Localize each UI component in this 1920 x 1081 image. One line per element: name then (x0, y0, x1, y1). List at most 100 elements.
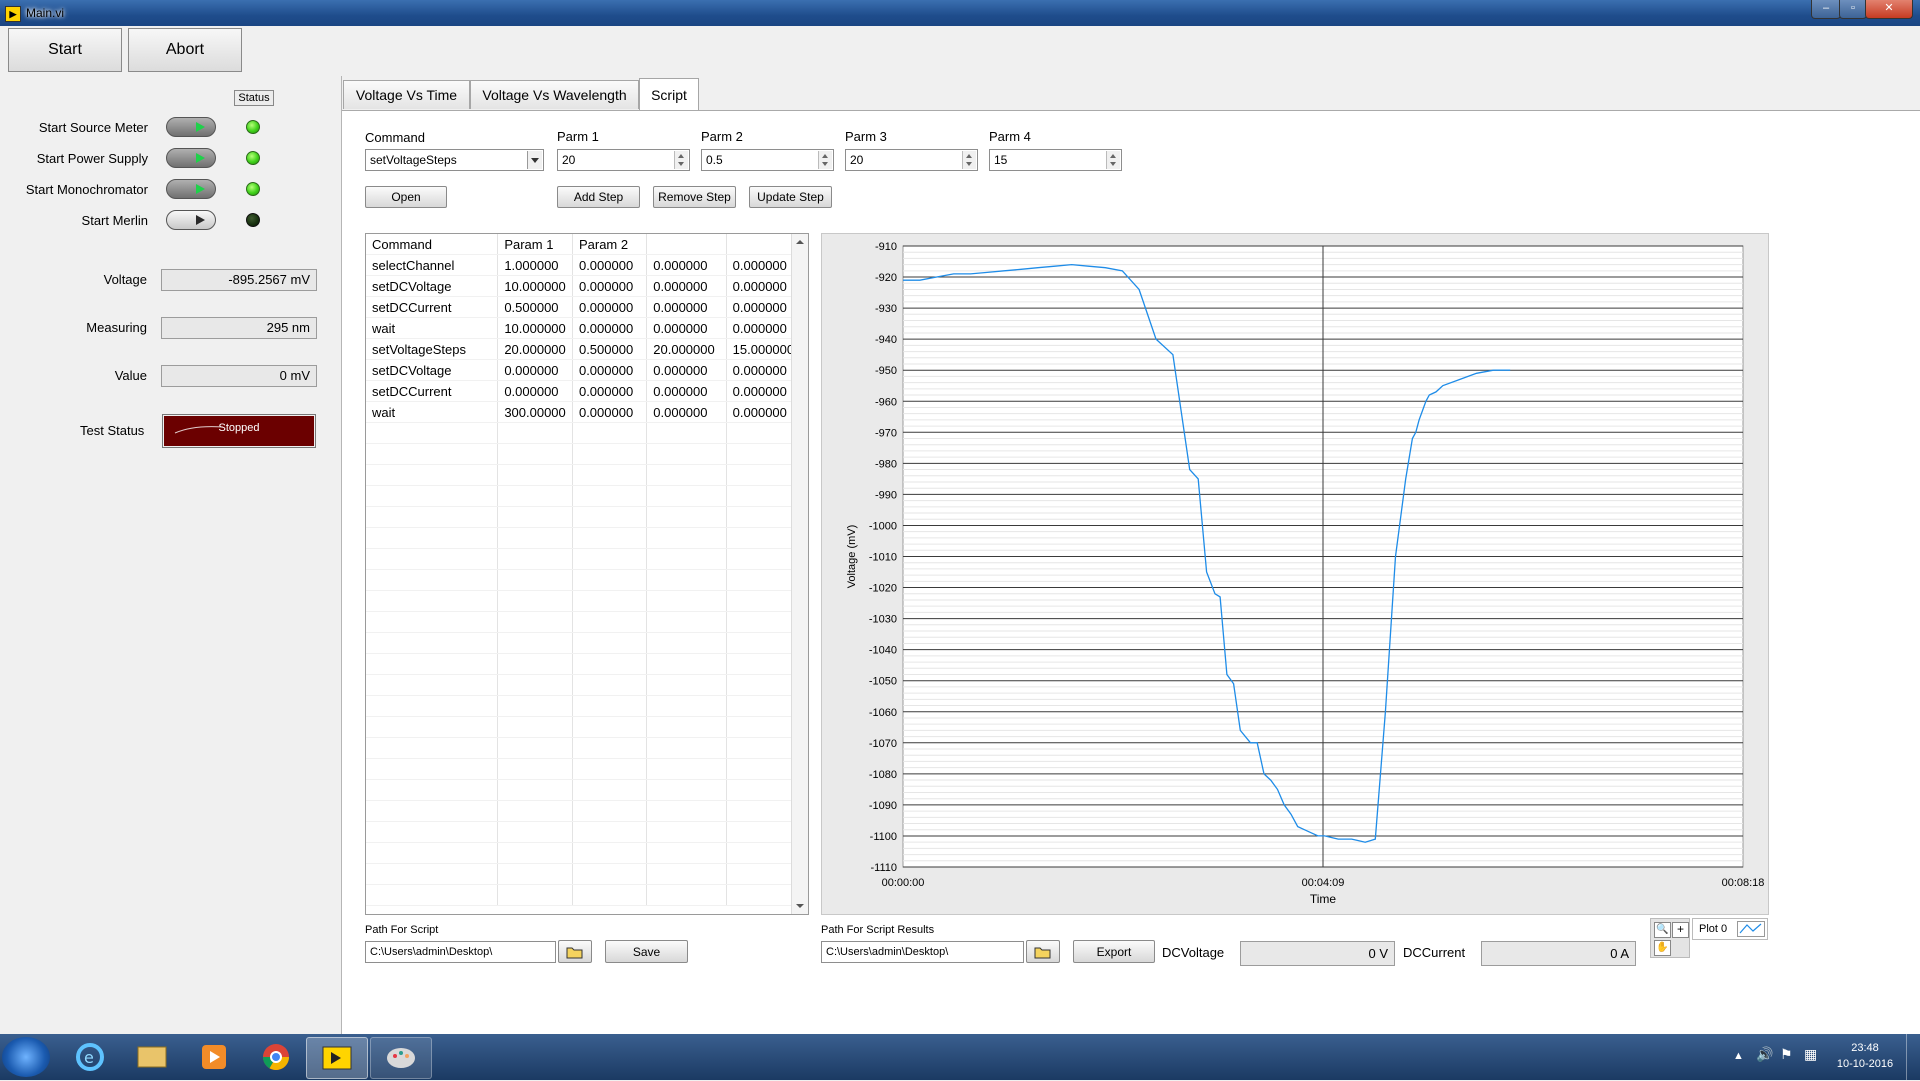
empty-table-row[interactable] (366, 842, 808, 864)
empty-table-cell[interactable] (497, 695, 573, 717)
table-cell[interactable]: 0.000000 (646, 317, 727, 339)
table-row[interactable]: setVoltageSteps 20.000000 0.500000 20.00000… (366, 338, 808, 360)
empty-table-cell[interactable] (572, 674, 648, 696)
table-cell[interactable]: 1.000000 (497, 254, 573, 276)
empty-table-cell[interactable] (646, 737, 727, 759)
speaker-icon[interactable]: 🔊 (1756, 1046, 1773, 1063)
empty-table-cell[interactable] (366, 800, 499, 822)
script-table[interactable]: Command Param 1 Param 2 selectChannel 1.0000… (365, 233, 809, 915)
update-step-button[interactable]: Update Step (749, 186, 832, 208)
table-cell[interactable]: 0.000000 (572, 296, 648, 318)
empty-table-cell[interactable] (366, 758, 499, 780)
empty-table-cell[interactable] (572, 884, 648, 906)
empty-table-cell[interactable] (366, 779, 499, 801)
table-cell[interactable]: 300.00000 (497, 401, 573, 423)
empty-table-cell[interactable] (572, 653, 648, 675)
empty-table-cell[interactable] (646, 506, 727, 528)
empty-table-row[interactable] (366, 821, 808, 843)
empty-table-cell[interactable] (646, 527, 727, 549)
table-cell[interactable]: 0.000000 (646, 275, 727, 297)
empty-table-row[interactable] (366, 464, 808, 486)
table-cell[interactable]: setDCCurrent (366, 296, 499, 318)
empty-table-cell[interactable] (572, 464, 648, 486)
table-cell[interactable]: wait (366, 317, 499, 339)
empty-table-cell[interactable] (497, 611, 573, 633)
empty-table-cell[interactable] (366, 716, 499, 738)
empty-table-cell[interactable] (366, 590, 499, 612)
empty-table-cell[interactable] (572, 779, 648, 801)
empty-table-cell[interactable] (572, 863, 648, 885)
empty-table-cell[interactable] (497, 674, 573, 696)
empty-table-cell[interactable] (572, 506, 648, 528)
start-button[interactable]: Start (8, 28, 122, 72)
parm-input[interactable]: 20 (845, 149, 978, 171)
empty-table-cell[interactable] (497, 569, 573, 591)
empty-table-row[interactable] (366, 653, 808, 675)
empty-table-cell[interactable] (497, 464, 573, 486)
empty-table-row[interactable] (366, 800, 808, 822)
empty-table-cell[interactable] (646, 758, 727, 780)
empty-table-cell[interactable] (646, 674, 727, 696)
parm-input[interactable]: 0.5 (701, 149, 834, 171)
show-desktop-button[interactable] (1906, 1034, 1920, 1080)
empty-table-cell[interactable] (366, 485, 499, 507)
table-cell[interactable]: 0.000000 (497, 380, 573, 402)
empty-table-cell[interactable] (572, 842, 648, 864)
empty-table-cell[interactable] (646, 548, 727, 570)
abort-button[interactable]: Abort (128, 28, 242, 72)
table-row[interactable]: setDCVoltage 10.000000 0.000000 0.000000 0.0… (366, 275, 808, 297)
pan-hand-icon[interactable]: ✋ (1654, 940, 1671, 956)
results-path-input[interactable]: C:\Users\admin\Desktop\ (821, 941, 1024, 963)
table-row[interactable]: wait 300.00000 0.000000 0.000000 0.000000 (366, 401, 808, 423)
empty-table-cell[interactable] (646, 464, 727, 486)
empty-table-cell[interactable] (572, 548, 648, 570)
table-row[interactable]: setDCVoltage 0.000000 0.000000 0.000000 0.00… (366, 359, 808, 381)
table-cell[interactable]: 0.000000 (646, 296, 727, 318)
empty-table-cell[interactable] (572, 485, 648, 507)
parm-input[interactable]: 15 (989, 149, 1122, 171)
empty-table-cell[interactable] (366, 464, 499, 486)
zoom-icon[interactable]: 🔍 (1654, 922, 1671, 938)
empty-table-cell[interactable] (646, 569, 727, 591)
table-cell[interactable]: setDCVoltage (366, 359, 499, 381)
empty-table-cell[interactable] (646, 716, 727, 738)
media-player-icon[interactable] (186, 1037, 242, 1077)
empty-table-cell[interactable] (497, 443, 573, 465)
add-step-button[interactable]: Add Step (557, 186, 640, 208)
empty-table-cell[interactable] (646, 884, 727, 906)
chrome-icon[interactable] (248, 1037, 304, 1077)
empty-table-cell[interactable] (366, 884, 499, 906)
empty-table-cell[interactable] (572, 443, 648, 465)
empty-table-row[interactable] (366, 863, 808, 885)
empty-table-cell[interactable] (497, 590, 573, 612)
empty-table-row[interactable] (366, 611, 808, 633)
table-row[interactable]: setDCCurrent 0.000000 0.000000 0.000000 0.00… (366, 380, 808, 402)
crosshair-icon[interactable]: + (1672, 922, 1689, 938)
table-cell[interactable]: 20.000000 (646, 338, 727, 360)
status-item-toggle[interactable] (166, 148, 216, 168)
empty-table-cell[interactable] (646, 842, 727, 864)
empty-table-cell[interactable] (646, 632, 727, 654)
empty-table-cell[interactable] (646, 611, 727, 633)
table-scrollbar[interactable] (791, 234, 808, 914)
plot-legend[interactable]: Plot 0 (1692, 918, 1768, 940)
empty-table-row[interactable] (366, 590, 808, 612)
empty-table-cell[interactable] (646, 485, 727, 507)
table-cell[interactable]: 0.000000 (646, 401, 727, 423)
empty-table-cell[interactable] (497, 422, 573, 444)
empty-table-cell[interactable] (366, 821, 499, 843)
empty-table-cell[interactable] (366, 506, 499, 528)
empty-table-cell[interactable] (572, 716, 648, 738)
chevron-down-icon[interactable] (527, 151, 542, 169)
empty-table-cell[interactable] (497, 758, 573, 780)
empty-table-cell[interactable] (497, 716, 573, 738)
table-cell[interactable]: 0.000000 (572, 254, 648, 276)
empty-table-cell[interactable] (497, 863, 573, 885)
command-select[interactable]: setVoltageSteps (365, 149, 544, 171)
table-cell[interactable]: 0.500000 (572, 338, 648, 360)
empty-table-cell[interactable] (366, 863, 499, 885)
empty-table-cell[interactable] (497, 527, 573, 549)
tray-chevron-up-icon[interactable]: ▲ (1733, 1050, 1744, 1062)
empty-table-row[interactable] (366, 485, 808, 507)
table-cell[interactable]: 0.000000 (572, 380, 648, 402)
